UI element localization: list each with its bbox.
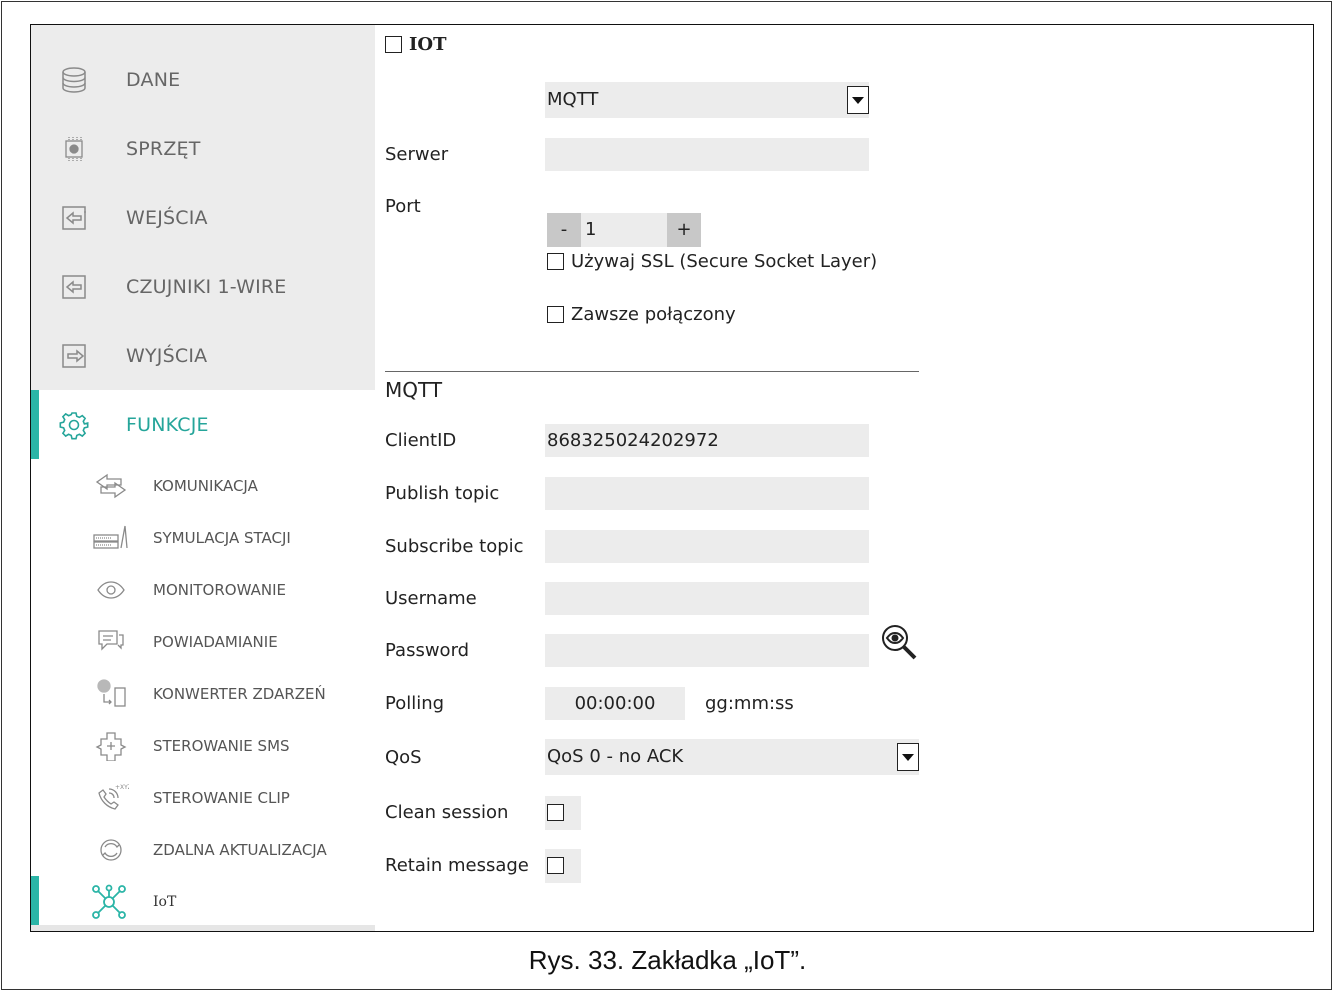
qos-label: QoS <box>385 747 422 768</box>
sidebar-item-sprzet[interactable]: SPRZĘT <box>31 114 375 183</box>
port-increment-button[interactable]: + <box>667 213 701 247</box>
subscribe-topic-input[interactable] <box>545 530 869 563</box>
chevron-down-icon[interactable] <box>847 86 869 114</box>
sidebar-item-funkcje[interactable]: FUNKCJE <box>31 390 375 459</box>
iot-settings-panel: IOT MQTT Serwer Port - 1 + Używaj SSL (S… <box>375 25 1313 931</box>
communication-arrows-icon <box>95 473 127 499</box>
app-window: DANE SPRZĘT WEJŚCIA CZUJNIKI 1-WIRE WYJŚ… <box>30 24 1314 932</box>
sidebar-subitem-label: SYMULACJA STACJI <box>153 529 291 547</box>
port-input[interactable]: 1 <box>581 213 667 247</box>
sidebar-subitem-sms[interactable]: STEROWANIE SMS <box>31 720 375 772</box>
sidebar-subitem-label: MONITOROWANIE <box>153 581 286 599</box>
password-label: Password <box>385 640 470 661</box>
sidebar-subitem-aktualizacja[interactable]: ZDALNA AKTUALIZACJA <box>31 824 375 876</box>
chip-icon <box>65 136 83 161</box>
show-password-icon[interactable] <box>880 623 920 661</box>
username-input[interactable] <box>545 582 869 615</box>
active-indicator <box>31 390 39 459</box>
sidebar-item-label: WYJŚCIA <box>126 344 208 367</box>
mqtt-section-title: MQTT <box>385 378 443 402</box>
chat-icon <box>98 630 124 651</box>
iot-enable-row: IOT <box>385 34 447 55</box>
polling-input[interactable]: 00:00:00 <box>545 687 685 720</box>
sidebar-subitem-label: KOMUNIKACJA <box>153 477 258 495</box>
sidebar-subitem-monitorowanie[interactable]: MONITOROWANIE <box>31 564 375 616</box>
sidebar-subitem-powiadamianie[interactable]: POWIADAMIANIE <box>31 616 375 668</box>
database-icon <box>62 66 86 93</box>
station-icon <box>93 525 128 549</box>
polling-unit: gg:mm:ss <box>705 693 794 714</box>
clean-session-field <box>545 796 581 830</box>
sidebar-item-czujniki[interactable]: CZUJNIKI 1-WIRE <box>31 252 375 321</box>
qos-select[interactable]: QoS 0 - no ACK <box>545 739 919 775</box>
retain-message-field <box>545 849 581 883</box>
always-connected-label: Zawsze połączony <box>571 304 736 325</box>
clean-session-checkbox[interactable] <box>547 804 564 821</box>
sidebar-subitem-label: STEROWANIE SMS <box>153 737 290 755</box>
ssl-label: Używaj SSL (Secure Socket Layer) <box>571 251 878 272</box>
port-label: Port <box>385 196 421 217</box>
input-icon <box>62 205 86 230</box>
retain-message-checkbox[interactable] <box>547 857 564 874</box>
sidebar-item-label: CZUJNIKI 1-WIRE <box>126 275 287 298</box>
sidebar-subitem-clip[interactable]: +XYZ STEROWANIE CLIP <box>31 772 375 824</box>
svg-text:+XYZ: +XYZ <box>115 784 129 791</box>
refresh-icon <box>100 839 122 861</box>
eye-icon <box>97 581 125 599</box>
sidebar-item-label: FUNKCJE <box>126 413 209 436</box>
chevron-down-icon[interactable] <box>897 743 919 771</box>
password-input[interactable] <box>545 634 869 667</box>
sidebar-subitem-symulacja[interactable]: SYMULACJA STACJI <box>31 512 375 564</box>
subscribe-topic-label: Subscribe topic <box>385 536 524 557</box>
retain-message-label: Retain message <box>385 855 529 876</box>
sms-icon <box>95 732 127 761</box>
always-connected-row: Zawsze połączony <box>547 304 736 325</box>
sidebar-submenu: KOMUNIKACJA SYMULACJA STACJI MONITOROWAN… <box>31 459 375 931</box>
iot-enable-checkbox[interactable] <box>385 36 402 53</box>
input-icon <box>62 274 86 299</box>
sidebar-subitem-label: KONWERTER ZDARZEŃ <box>153 685 326 703</box>
username-label: Username <box>385 588 477 609</box>
sidebar-footer <box>31 925 375 931</box>
divider <box>385 371 919 372</box>
protocol-select-value: MQTT <box>547 89 599 110</box>
port-decrement-button[interactable]: - <box>547 213 581 247</box>
sidebar-subitem-iot[interactable]: IoT <box>31 876 375 928</box>
sidebar-item-label: DANE <box>126 68 181 91</box>
gear-icon <box>59 411 89 439</box>
sidebar-subitem-komunikacja[interactable]: KOMUNIKACJA <box>31 460 375 512</box>
iot-enable-label: IOT <box>409 34 447 55</box>
protocol-select[interactable]: MQTT <box>545 82 869 118</box>
figure-caption: Rys. 33. Zakładka „IoT”. <box>528 945 807 975</box>
active-indicator <box>31 876 39 928</box>
phone-icon: +XYZ <box>98 784 129 810</box>
clientid-input[interactable]: 868325024202972 <box>545 424 869 457</box>
sidebar-subitem-konwerter[interactable]: KONWERTER ZDARZEŃ <box>31 668 375 720</box>
sidebar: DANE SPRZĘT WEJŚCIA CZUJNIKI 1-WIRE WYJŚ… <box>31 25 375 931</box>
sidebar-item-label: WEJŚCIA <box>126 206 208 229</box>
sidebar-subitem-label: POWIADAMIANIE <box>153 633 278 651</box>
sidebar-subitem-label: STEROWANIE CLIP <box>153 789 290 807</box>
qos-select-value: QoS 0 - no ACK <box>547 746 684 767</box>
clean-session-label: Clean session <box>385 802 509 823</box>
polling-label: Polling <box>385 693 445 714</box>
sidebar-item-wejscia[interactable]: WEJŚCIA <box>31 183 375 252</box>
server-input[interactable] <box>545 138 869 171</box>
publish-topic-label: Publish topic <box>385 483 500 504</box>
clientid-label: ClientID <box>385 430 457 451</box>
network-nodes-icon <box>92 884 126 919</box>
sidebar-item-dane[interactable]: DANE <box>31 45 375 114</box>
output-icon <box>62 343 86 368</box>
sidebar-item-wyjscia[interactable]: WYJŚCIA <box>31 321 375 390</box>
sidebar-subitem-label: IoT <box>153 894 177 910</box>
sidebar-item-label: SPRZĘT <box>126 137 201 160</box>
server-label: Serwer <box>385 144 449 165</box>
sidebar-subitem-label: ZDALNA AKTUALIZACJA <box>153 841 327 859</box>
publish-topic-input[interactable] <box>545 477 869 510</box>
ssl-row: Używaj SSL (Secure Socket Layer) <box>547 251 877 272</box>
converter-icon <box>97 679 126 707</box>
ssl-checkbox[interactable] <box>547 253 564 270</box>
always-connected-checkbox[interactable] <box>547 306 564 323</box>
